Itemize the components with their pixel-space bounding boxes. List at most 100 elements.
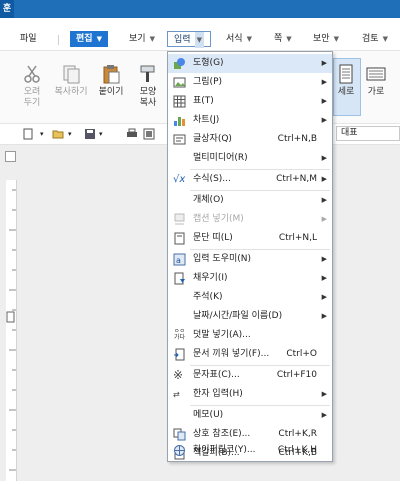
menu-item-label: 멀티미디어(R): [193, 153, 248, 163]
submenu-arrow-icon: ▶: [321, 196, 327, 204]
copy-button[interactable]: 복사하기: [50, 63, 92, 98]
chevron-down-icon: ▼: [382, 35, 388, 43]
preview-icon[interactable]: [143, 128, 155, 140]
menu-item-insert-document[interactable]: 문서 끼워 넣기(F)... Ctrl+O: [168, 345, 332, 364]
menu-item-picture[interactable]: 그림(P) ▶: [168, 73, 332, 92]
menu-item-label: 주석(K): [193, 292, 223, 302]
menu-page-label: 쪽: [274, 34, 283, 44]
svg-text:a: a: [176, 256, 181, 265]
format-copy-label: 모양 복사: [139, 87, 157, 108]
print-icon[interactable]: [126, 128, 138, 140]
menu-item-annotation[interactable]: 주석(K) ▶: [168, 288, 332, 307]
dropdown-arrow-icon[interactable]: ▾: [40, 128, 52, 140]
input-helper-icon: a: [173, 253, 186, 266]
menu-item-shapes[interactable]: 도형(G) ▶: [168, 54, 332, 73]
menu-item-textbox[interactable]: 글상자(Q) Ctrl+N,B: [168, 130, 332, 149]
insert-document-icon: [173, 348, 186, 361]
menu-item-paragraph-band[interactable]: 문단 띠(L) Ctrl+N,L: [168, 229, 332, 248]
menu-item-label: 하이퍼링크(Y)...: [193, 445, 256, 455]
menu-item-label: 그림(P): [193, 77, 223, 87]
menu-format-label: 서식: [226, 34, 243, 44]
menu-item-hanja-input[interactable]: ⇄ 한자 입력(H) ▶: [168, 385, 332, 404]
landscape-page-icon: [365, 63, 387, 85]
menu-item-shortcut: Ctrl+O: [286, 349, 317, 359]
menu-item-shortcut: Ctrl+K,H: [277, 445, 317, 455]
submenu-arrow-icon: ▶: [321, 274, 327, 282]
menu-item-fill[interactable]: 채우기(I) ▶: [168, 269, 332, 288]
caption-icon: [173, 213, 186, 226]
menu-item-label: 개체(O): [193, 195, 224, 205]
chevron-down-icon: ▼: [246, 35, 252, 43]
chevron-down-icon: ▼: [96, 35, 102, 43]
menu-item-object[interactable]: 개체(O) ▶: [168, 191, 332, 210]
menu-item-label: 한자 입력(H): [193, 389, 243, 399]
submenu-arrow-icon: ▶: [321, 312, 327, 320]
portrait-button[interactable]: 세로: [331, 63, 361, 98]
vertical-ruler[interactable]: [6, 180, 17, 481]
submenu-arrow-icon: ▶: [321, 97, 327, 105]
app-logo: 훈: [0, 0, 14, 18]
menu-format[interactable]: 서식 ▼: [220, 31, 258, 47]
menu-item-label: 도형(G): [193, 58, 224, 68]
chevron-down-icon: ▼: [286, 35, 292, 43]
menu-item-caption[interactable]: 캡션 넣기(M) ▶: [168, 210, 332, 229]
copy-icon: [60, 63, 82, 85]
menu-page[interactable]: 쪽 ▼: [268, 31, 298, 47]
menu-item-multimedia[interactable]: 멀티미디어(R) ▶: [168, 149, 332, 168]
shapes-icon: [173, 57, 186, 70]
menu-item-label: 수식(S)...: [193, 174, 231, 184]
menu-item-date-time-filename[interactable]: 날짜/시간/파일 이름(D) ▶: [168, 307, 332, 326]
menu-item-formula[interactable]: √x 수식(S)... Ctrl+N,M ▶: [168, 170, 332, 189]
portrait-page-icon: [335, 63, 357, 85]
landscape-button[interactable]: 가로: [361, 63, 391, 98]
submenu-arrow-icon: ▶: [321, 78, 327, 86]
menu-item-input-helper[interactable]: a 입력 도우미(N) ▶: [168, 250, 332, 269]
menu-item-hyperlink[interactable]: 하이퍼링크(Y)... Ctrl+K,H: [168, 441, 332, 460]
menu-item-symbol[interactable]: ※ 문자표(C)... Ctrl+F10: [168, 366, 332, 385]
menu-security[interactable]: 보안 ▼: [307, 31, 345, 47]
scissors-icon: [21, 63, 43, 85]
menu-item-table[interactable]: 표(T) ▶: [168, 92, 332, 111]
menu-view[interactable]: 보기 ▼: [123, 31, 161, 47]
chart-icon: [173, 114, 186, 127]
menu-edit[interactable]: 편집 ▼: [70, 31, 108, 47]
menu-item-chart[interactable]: 차트(J) ▶: [168, 111, 332, 130]
fill-icon: [173, 272, 186, 285]
menu-review[interactable]: 검토 ▼: [356, 31, 394, 47]
cut-button[interactable]: 오려 두기: [17, 63, 47, 109]
menu-file[interactable]: 파일: [14, 31, 43, 47]
landscape-label: 가로: [367, 87, 385, 97]
dropdown-arrow-icon[interactable]: ▾: [68, 128, 80, 140]
menu-bar: 파일 편집 ▼ 보기 ▼ 입력 ▼ 서식 ▼ 쪽 ▼ 보안 ▼ 검토 ▼: [0, 28, 400, 51]
clipboard-icon: [100, 63, 122, 85]
menu-item-ruby-text[interactable]: ㅇㅇ 가다 덧말 넣기(A)...: [168, 326, 332, 345]
submenu-arrow-icon: ▶: [321, 154, 327, 162]
submenu-arrow-icon: ▶: [321, 116, 327, 124]
menu-item-label: 날짜/시간/파일 이름(D): [193, 311, 283, 321]
table-icon: [173, 95, 186, 108]
copy-label: 복사하기: [54, 87, 88, 97]
paste-button[interactable]: 붙이기: [96, 63, 126, 98]
dropdown-arrow-icon[interactable]: ▾: [99, 128, 111, 140]
menu-item-shortcut: Ctrl+N,L: [278, 233, 317, 243]
picture-icon: [173, 76, 186, 89]
menu-item-memo[interactable]: 메모(U) ▶: [168, 406, 332, 425]
menu-item-label: 문단 띠(L): [193, 233, 233, 243]
title-bar: 훈: [0, 0, 400, 18]
format-copy-button[interactable]: 모양 복사: [133, 63, 163, 109]
menu-input[interactable]: 입력 ▼: [167, 31, 211, 48]
menu-divider: [58, 35, 59, 45]
menu-item-label: 캡션 넣기(M): [193, 214, 244, 224]
format-painter-icon: [137, 63, 159, 85]
chevron-down-icon: ▼: [149, 35, 155, 43]
menu-item-label: 글상자(Q): [193, 134, 232, 144]
formula-icon: √x: [173, 174, 186, 185]
open-folder-icon[interactable]: [52, 128, 64, 140]
paragraph-band-icon: [173, 232, 186, 245]
ruler-corner-button[interactable]: [5, 151, 16, 162]
menu-item-label: 덧말 넣기(A)...: [193, 330, 251, 340]
new-document-icon[interactable]: [22, 128, 34, 140]
style-select[interactable]: 대표: [336, 126, 400, 141]
save-icon[interactable]: [84, 128, 96, 140]
submenu-arrow-icon: ▶: [321, 411, 327, 419]
